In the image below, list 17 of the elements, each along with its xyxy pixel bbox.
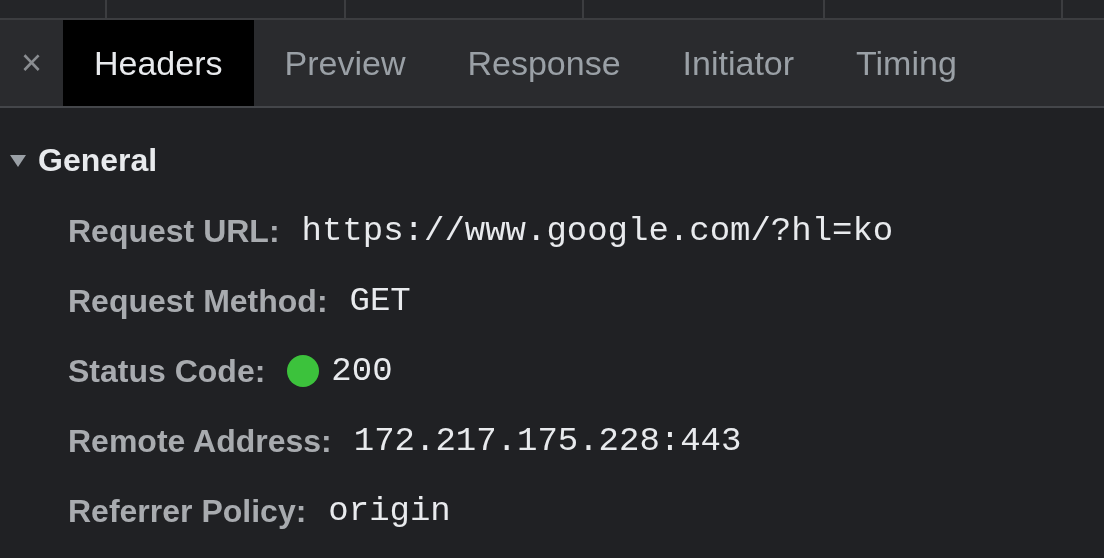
header-label: Referrer Policy: [68,492,307,530]
tab[interactable]: Initiator [651,20,826,106]
header-label: Request Method: [68,282,328,320]
tab[interactable]: Response [436,20,652,106]
tab[interactable]: Preview [253,20,437,106]
header-label: Status Code: [68,352,266,390]
header-label: Request URL: [68,212,280,250]
tab[interactable]: Timing [825,20,988,106]
close-button[interactable]: × [0,20,63,106]
header-label: Remote Address: [68,422,332,460]
header-value: origin [328,492,451,530]
header-value: https://www.google.com/?hl=ko [301,212,894,250]
tab[interactable]: Headers [63,20,254,106]
header-value: GET [349,282,411,320]
header-value: 172.217.175.228:443 [353,422,742,460]
section-title[interactable]: General [38,141,158,179]
header-value: 200 [331,352,393,390]
